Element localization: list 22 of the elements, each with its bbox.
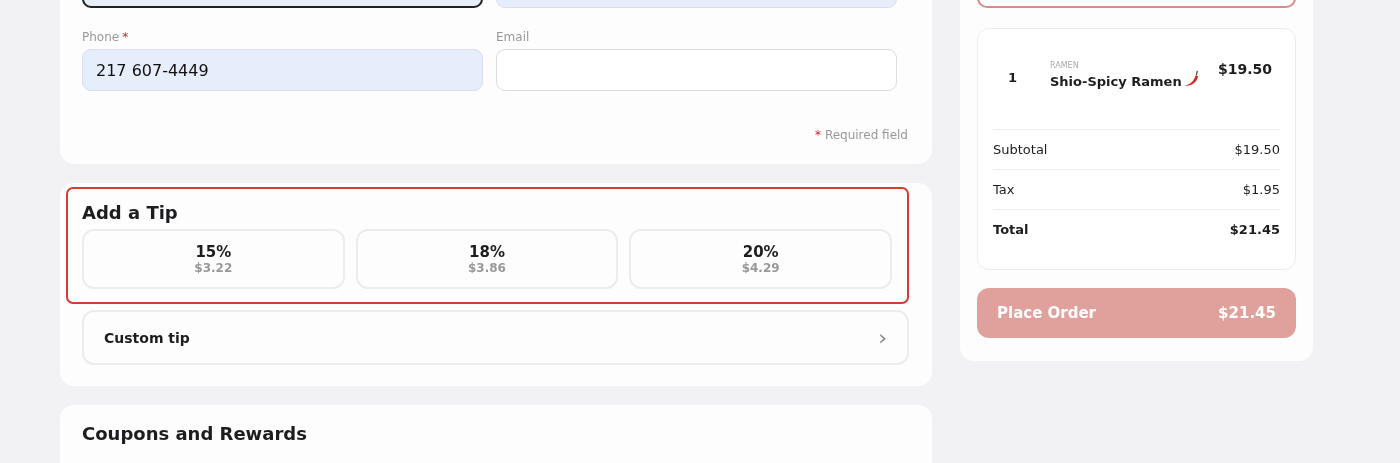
tip-option[interactable]: 20% $4.29 xyxy=(629,229,892,289)
required-mark: * xyxy=(122,30,129,44)
tip-option[interactable]: 15% $3.22 xyxy=(82,229,345,289)
field-label: Email xyxy=(496,30,530,44)
section-title: Add a Tip xyxy=(82,202,179,223)
custom-tip-button[interactable]: Custom tip › xyxy=(82,310,909,365)
section-title: Coupons and Rewards xyxy=(82,423,308,444)
item-price: $19.50 xyxy=(1217,61,1272,77)
item-category: RAMEN xyxy=(1050,61,1080,70)
required-mark: * xyxy=(814,128,821,142)
summary-value: $19.50 xyxy=(1234,142,1280,157)
input-field[interactable]: 217 607-4449 xyxy=(82,49,483,91)
summary-label: Tax xyxy=(993,182,1015,197)
tip-option[interactable]: 18% $3.86 xyxy=(355,229,619,289)
summary-label: Total xyxy=(993,222,1029,237)
summary-label: Subtotal xyxy=(993,142,1048,157)
summary-value: $1.95 xyxy=(1242,182,1280,197)
required-note: Required field xyxy=(824,128,908,142)
field-label: Phone xyxy=(82,30,120,44)
item-name: Shio-Spicy Ramen xyxy=(1050,74,1182,89)
summary-value: $21.45 xyxy=(1229,222,1280,237)
item-quantity: 1 xyxy=(1007,70,1019,85)
